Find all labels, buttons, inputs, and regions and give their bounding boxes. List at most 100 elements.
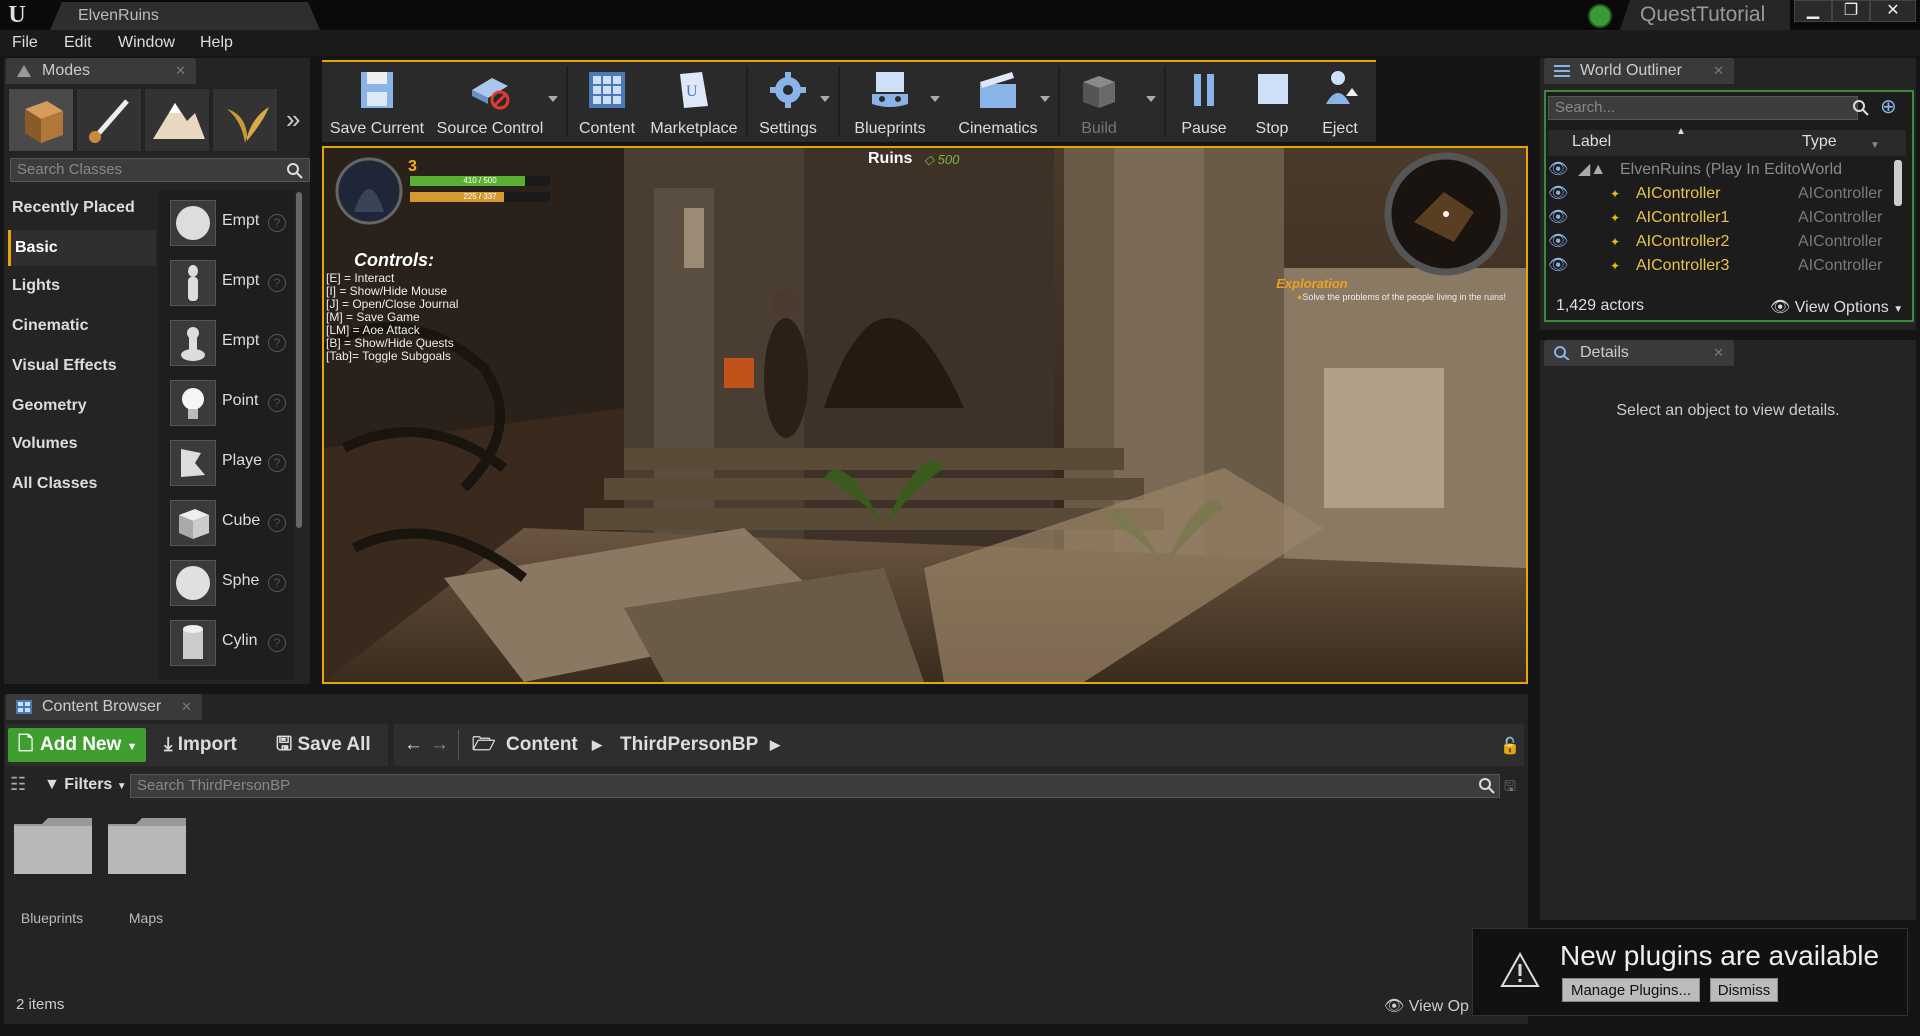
close-button[interactable]: ✕ <box>1870 0 1916 22</box>
help-icon[interactable]: ? <box>268 274 286 292</box>
category-basic[interactable]: Basic <box>8 230 156 266</box>
type-column-header[interactable]: Type <box>1802 133 1837 151</box>
close-tab-icon[interactable]: ✕ <box>181 694 192 720</box>
level-tab[interactable]: ElvenRuins <box>50 2 320 30</box>
import-button[interactable]: ⤓ Import <box>164 728 237 762</box>
class-item-sphere[interactable]: Sphe? <box>164 554 290 612</box>
close-tab-icon[interactable]: ✕ <box>175 58 186 84</box>
sources-panel-icon[interactable]: ☷ <box>10 774 26 795</box>
back-arrow-icon[interactable]: ← <box>404 728 423 762</box>
visibility-eye-icon[interactable]: 👁 <box>1548 254 1568 278</box>
marketplace-button[interactable]: U Marketplace <box>648 62 740 142</box>
menu-edit[interactable]: Edit <box>64 34 92 52</box>
place-mode-button[interactable] <box>8 88 74 152</box>
category-cinematic[interactable]: Cinematic <box>8 308 156 344</box>
game-viewport[interactable]: 3 410 / 500 225 / 337 Ruins ◇ 500 Contro… <box>322 146 1528 684</box>
class-item-player-start[interactable]: Playe? <box>164 434 290 492</box>
tab-details[interactable]: Details ✕ <box>1544 340 1734 366</box>
class-item-empty-actor[interactable]: Empt? <box>164 194 290 252</box>
minimize-button[interactable]: ▁ <box>1794 0 1832 22</box>
source-control-dropdown-icon[interactable] <box>548 96 558 102</box>
more-modes-icon[interactable]: » <box>286 104 300 135</box>
save-all-button[interactable]: 🖫 Save All <box>276 728 371 762</box>
category-all-classes[interactable]: All Classes <box>8 466 156 502</box>
close-tab-icon[interactable]: ✕ <box>1713 58 1724 84</box>
forward-arrow-icon[interactable]: → <box>430 728 449 762</box>
close-tab-icon[interactable]: ✕ <box>1713 340 1724 366</box>
folder-maps[interactable] <box>108 818 186 904</box>
class-item-cylinder[interactable]: Cylin? <box>164 614 290 672</box>
visibility-eye-icon[interactable]: 👁 <box>1548 182 1568 206</box>
menu-help[interactable]: Help <box>200 34 233 52</box>
paint-mode-button[interactable] <box>76 88 142 152</box>
help-icon[interactable]: ? <box>268 574 286 592</box>
help-icon[interactable]: ? <box>268 514 286 532</box>
path-chevron-icon[interactable]: ▶ <box>592 728 602 762</box>
visibility-eye-icon[interactable]: 👁 <box>1548 206 1568 230</box>
help-icon[interactable]: ? <box>268 454 286 472</box>
outliner-scrollbar[interactable] <box>1894 160 1902 206</box>
stop-button[interactable]: Stop <box>1240 62 1304 142</box>
lock-icon[interactable]: 🔓 <box>1500 736 1520 756</box>
save-search-icon[interactable]: 🖫 <box>1504 776 1516 800</box>
outliner-row[interactable]: 👁 ✦ AIController3 AIController <box>1548 254 1906 278</box>
class-item-empty-character[interactable]: Empt? <box>164 254 290 312</box>
outliner-view-options-button[interactable]: 👁 View Options ▼ <box>1770 297 1903 317</box>
outliner-world-row[interactable]: 👁 ◢▲ ElvenRuins (Play In EditoWorld <box>1548 158 1906 182</box>
class-item-point-light[interactable]: Point? <box>164 374 290 432</box>
content-search-input[interactable]: Search ThirdPersonBP <box>130 774 1500 798</box>
label-column-header[interactable]: Label <box>1572 133 1611 151</box>
path-content[interactable]: Content <box>506 728 578 762</box>
eject-button[interactable]: Eject <box>1306 62 1374 142</box>
manage-plugins-button[interactable]: Manage Plugins... <box>1562 978 1700 1002</box>
class-item-cube[interactable]: Cube? <box>164 494 290 552</box>
settings-dropdown-icon[interactable] <box>820 96 830 102</box>
filters-button[interactable]: ▼ Filters ▼ <box>44 776 127 794</box>
category-geometry[interactable]: Geometry <box>8 388 156 424</box>
pause-button[interactable]: Pause <box>1170 62 1238 142</box>
path-thirdpersonbp[interactable]: ThirdPersonBP <box>620 728 758 762</box>
menu-window[interactable]: Window <box>118 34 175 52</box>
menu-file[interactable]: File <box>12 34 38 52</box>
content-button[interactable]: Content <box>572 62 642 142</box>
landscape-mode-button[interactable] <box>144 88 210 152</box>
search-classes-input[interactable]: Search Classes <box>10 158 310 182</box>
add-folder-icon[interactable]: ⊕ <box>1880 96 1897 118</box>
dismiss-button[interactable]: Dismiss <box>1710 978 1778 1002</box>
category-visual-effects[interactable]: Visual Effects <box>8 348 156 384</box>
folder-blueprints[interactable] <box>14 818 92 904</box>
unreal-logo-icon[interactable]: U <box>4 2 30 28</box>
add-new-button[interactable]: 🗋 Add New ▼ <box>8 728 146 762</box>
category-volumes[interactable]: Volumes <box>8 426 156 462</box>
category-lights[interactable]: Lights <box>8 268 156 304</box>
class-list-scrollbar[interactable] <box>296 192 302 528</box>
cinematics-dropdown-icon[interactable] <box>1040 96 1050 102</box>
help-icon[interactable]: ? <box>268 634 286 652</box>
restore-button[interactable]: ❐ <box>1832 0 1870 22</box>
help-icon[interactable]: ? <box>268 334 286 352</box>
cinematics-button[interactable]: Cinematics <box>950 62 1046 142</box>
outliner-row[interactable]: 👁 ✦ AIController AIController <box>1548 182 1906 206</box>
visibility-eye-icon[interactable]: 👁 <box>1548 230 1568 254</box>
tab-modes[interactable]: Modes ✕ <box>6 58 196 84</box>
build-dropdown-icon[interactable] <box>1146 96 1156 102</box>
type-dropdown-icon[interactable]: ▼ <box>1870 140 1880 151</box>
build-button[interactable]: Build <box>1064 62 1134 142</box>
outliner-row[interactable]: 👁 ✦ AIController1 AIController <box>1548 206 1906 230</box>
class-item-empty-pawn[interactable]: Empt? <box>164 314 290 372</box>
visibility-eye-icon[interactable]: 👁 <box>1548 158 1568 182</box>
tab-content-browser[interactable]: Content Browser ✕ <box>6 694 202 720</box>
category-recently-placed[interactable]: Recently Placed <box>8 190 156 226</box>
cb-view-options-button[interactable]: 👁 View Op <box>1384 996 1469 1016</box>
outliner-row[interactable]: 👁 ✦ AIController2 AIController <box>1548 230 1906 254</box>
save-current-button[interactable]: Save Current <box>326 62 428 142</box>
path-chevron-icon[interactable]: ▶ <box>770 728 780 762</box>
tab-world-outliner[interactable]: World Outliner ✕ <box>1544 58 1734 84</box>
help-icon[interactable]: ? <box>268 214 286 232</box>
outliner-search-input[interactable]: Search... <box>1548 96 1858 120</box>
foliage-mode-button[interactable] <box>212 88 278 152</box>
settings-button[interactable]: Settings <box>752 62 824 142</box>
help-icon[interactable]: ? <box>268 394 286 412</box>
blueprints-dropdown-icon[interactable] <box>930 96 940 102</box>
blueprints-button[interactable]: Blueprints <box>844 62 936 142</box>
